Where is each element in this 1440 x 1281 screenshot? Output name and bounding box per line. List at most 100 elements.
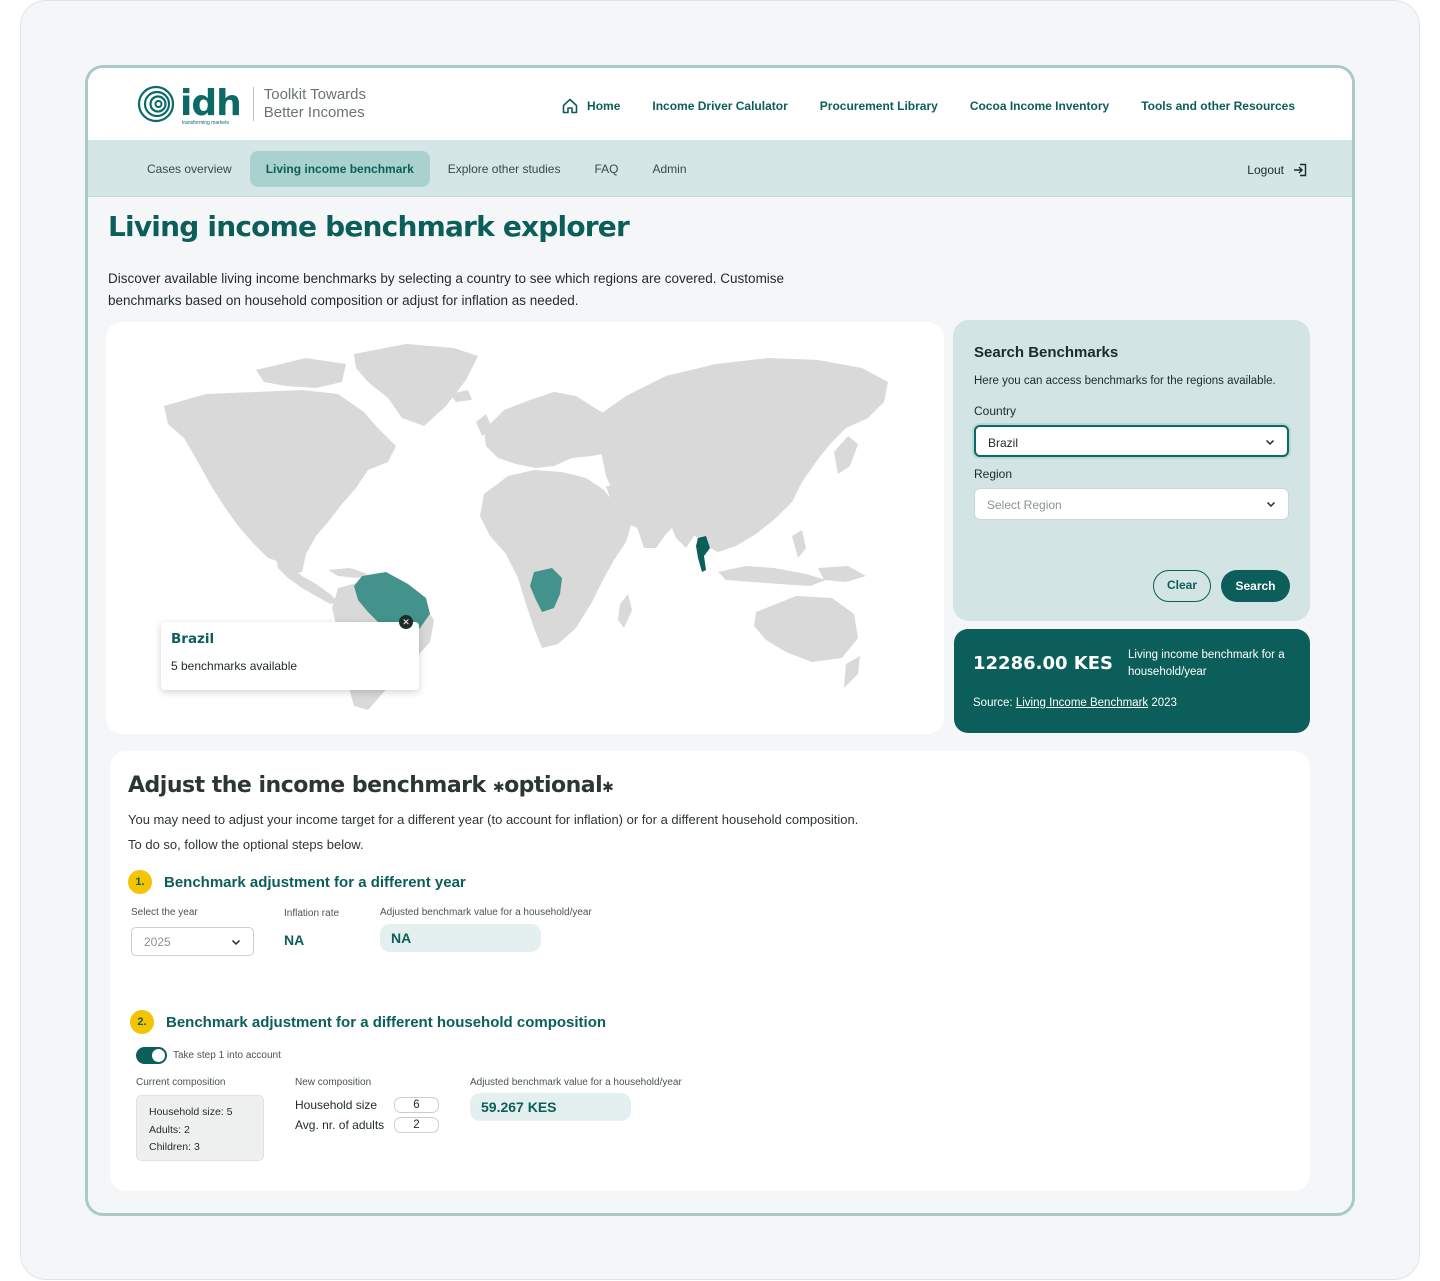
adjust-desc-line2: To do so, follow the optional steps belo… (128, 837, 364, 852)
main-nav: Home Income Driver Calulator Procurement… (561, 97, 1295, 115)
step-1-adjusted-value: NA (380, 924, 541, 952)
tab-living-income-benchmark[interactable]: Living income benchmark (249, 151, 430, 187)
current-adults: Adults: 2 (149, 1123, 190, 1136)
map-new-guinea (818, 566, 866, 582)
map-arctic-islands (256, 358, 346, 388)
search-title: Search Benchmarks (974, 344, 1119, 361)
chevron-down-icon (1265, 439, 1275, 446)
country-tooltip: Brazil 5 benchmarks available ✕ (161, 615, 419, 690)
spiral-logo-icon (137, 85, 175, 123)
adjust-benchmark-card: Adjust the income benchmark ✱optional✱ Y… (110, 751, 1310, 1191)
take-step1-toggle[interactable] (136, 1047, 167, 1064)
nav-income-driver-calculator[interactable]: Income Driver Calulator (652, 99, 787, 113)
country-label: Country (974, 404, 1017, 418)
idh-logo[interactable]: idh transforming markets Toolkit Towards… (136, 83, 394, 126)
year-select-value: 2025 (144, 935, 171, 949)
step-1-title: Benchmark adjustment for a different yea… (164, 873, 466, 891)
app-title: Toolkit Towards Better Incomes (263, 86, 367, 121)
home-icon (562, 98, 578, 114)
adjust-title-suffix: optional (504, 773, 603, 798)
step-2-title: Benchmark adjustment for a different hou… (166, 1013, 607, 1031)
current-children: Children: 3 (149, 1141, 200, 1153)
region-label: Region (974, 467, 1013, 481)
page-intro: Discover available living income benchma… (108, 271, 785, 308)
current-composition-box: Household size: 5 Adults: 2 Children: 3 (136, 1095, 264, 1161)
chevron-down-icon (1266, 501, 1276, 508)
source-year: 2023 (1151, 697, 1177, 709)
adjust-title-text: Adjust the income benchmark (128, 773, 486, 798)
current-household-size: Household size: 5 (149, 1106, 233, 1118)
nav-home-label: Home (587, 99, 621, 113)
logout-icon (1294, 163, 1307, 177)
new-composition-label: New composition (295, 1077, 372, 1088)
sparkle-icon: ✱ (492, 780, 505, 796)
adjust-title: Adjust the income benchmark ✱optional✱ (128, 773, 614, 798)
household-size-input[interactable]: 6 (394, 1097, 439, 1113)
current-composition-label: Current composition (136, 1077, 226, 1088)
adults-label: Avg. nr. of adults (295, 1118, 385, 1132)
country-select-value: Brazil (988, 436, 1019, 450)
adults-input[interactable]: 2 (394, 1117, 439, 1133)
step-1-badge: 1. (128, 870, 152, 894)
source-prefix: Source: (973, 697, 1013, 709)
logo-wordmark: idh (180, 83, 242, 124)
adjust-description: You may need to adjust your income targe… (128, 807, 858, 857)
nav-tools-resources[interactable]: Tools and other Resources (1141, 99, 1295, 113)
app-window: idh transforming markets Toolkit Towards… (85, 65, 1355, 1216)
step-2-badge: 2. (130, 1010, 154, 1034)
page-title: Living income benchmark explorer (108, 210, 630, 243)
inflation-value: NA (284, 932, 305, 948)
search-button[interactable]: Search (1221, 570, 1290, 602)
map-new-zealand (844, 656, 860, 688)
tooltip-country-name: Brazil (171, 631, 215, 647)
map-north-america (164, 390, 396, 574)
world-map-card: Brazil 5 benchmarks available ✕ (106, 322, 944, 734)
map-africa (480, 470, 632, 648)
search-benchmarks-card: Search Benchmarks Here you can access be… (953, 320, 1310, 621)
country-select[interactable]: Brazil (974, 425, 1289, 457)
step-2-adjusted-label: Adjusted benchmark value for a household… (470, 1077, 682, 1088)
tab-cases-overview[interactable]: Cases overview (131, 151, 248, 187)
sparkle-icon: ✱ (602, 780, 614, 796)
clear-button[interactable]: Clear (1153, 570, 1211, 602)
logo-divider (252, 87, 254, 121)
search-description: Here you can access benchmarks for the r… (974, 375, 1276, 387)
map-greenland (354, 344, 478, 426)
adjust-desc-line1: You may need to adjust your income targe… (128, 812, 859, 827)
source-link[interactable]: Living Income Benchmark (1016, 697, 1148, 709)
benchmark-result-card: 12286.00 KES Living income benchmark for… (954, 629, 1310, 733)
year-select[interactable]: 2025 (131, 927, 254, 956)
logout-button[interactable]: Logout (1247, 162, 1308, 178)
inflation-label: Inflation rate (284, 908, 340, 919)
map-japan (834, 436, 858, 474)
nav-home[interactable]: Home (561, 97, 620, 115)
region-select[interactable]: Select Region (974, 488, 1289, 520)
year-label: Select the year (131, 907, 198, 918)
close-icon[interactable]: ✕ (399, 615, 413, 629)
chevron-down-icon (231, 939, 241, 946)
step-1-adjusted-label: Adjusted benchmark value for a household… (380, 907, 592, 918)
step-2-header: 2. Benchmark adjustment for a different … (130, 1010, 606, 1034)
map-indonesia (718, 566, 826, 586)
tab-explore-other-studies[interactable]: Explore other studies (432, 151, 577, 187)
tab-admin[interactable]: Admin (637, 151, 703, 187)
tab-faq[interactable]: FAQ (578, 151, 634, 187)
step-2-adjusted-value: 59.267 KES (470, 1093, 631, 1121)
sub-nav: Cases overview Living income benchmark E… (88, 140, 1352, 197)
region-select-placeholder: Select Region (987, 498, 1062, 512)
household-size-label: Household size (295, 1098, 378, 1112)
toggle-label: Take step 1 into account (173, 1050, 281, 1061)
top-header: idh transforming markets Toolkit Towards… (88, 68, 1352, 140)
step-1-header: 1. Benchmark adjustment for a different … (128, 870, 466, 894)
tooltip-benchmark-count: 5 benchmarks available (171, 659, 298, 673)
benchmark-value: 12286.00 KES (973, 653, 1113, 674)
map-central-america (276, 558, 338, 604)
logo-tagline: transforming markets (182, 120, 229, 126)
benchmark-label: Living income benchmark for a household/… (1128, 649, 1285, 678)
map-madagascar (618, 594, 632, 628)
benchmark-source: Source: Living Income Benchmark 2023 (973, 697, 1177, 709)
nav-procurement-library[interactable]: Procurement Library (820, 99, 938, 113)
nav-cocoa-income-inventory[interactable]: Cocoa Income Inventory (970, 99, 1109, 113)
logout-label: Logout (1247, 163, 1284, 177)
map-philippines (792, 530, 806, 558)
